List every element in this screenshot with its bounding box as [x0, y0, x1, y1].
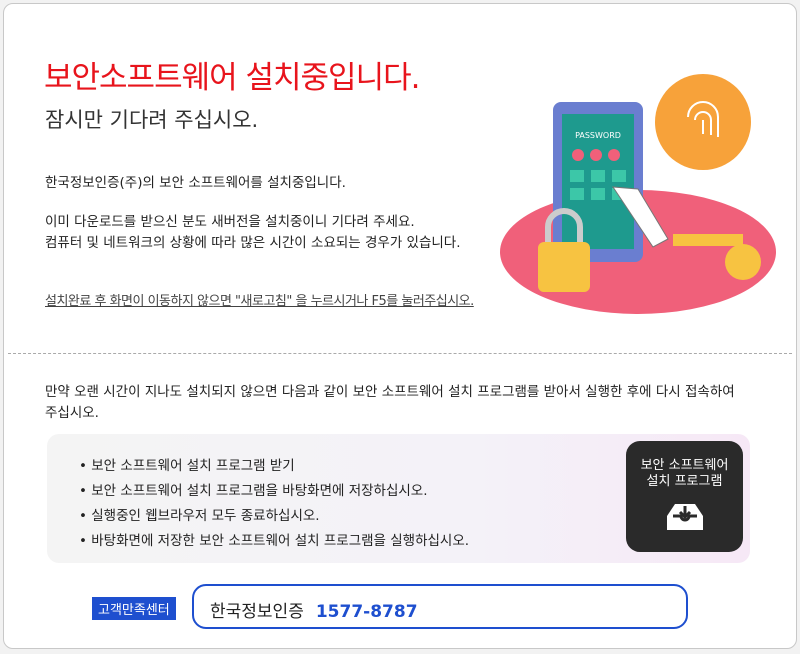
download-tray-icon	[666, 504, 703, 530]
customer-center-label: 고객만족센터	[92, 597, 176, 620]
support-phone-box: 한국정보인증 1577-8787	[192, 584, 688, 629]
company-name: 한국정보인증	[210, 602, 304, 622]
security-illustration: PASSWORD	[500, 74, 776, 314]
fallback-instructions: 만약 오랜 시간이 지나도 설치되지 않으면 다음과 같이 보안 소프트웨어 설…	[45, 384, 735, 421]
key-icon	[725, 244, 761, 280]
svg-text:PASSWORD: PASSWORD	[575, 131, 621, 140]
info-text: 이미 다운로드를 받으신 분도 새버전을 설치중이니 기다려 주세요.	[45, 214, 415, 230]
info-text: 컴퓨터 및 네트워크의 상황에 따라 많은 시간이 소요되는 경우가 있습니다.	[45, 235, 461, 251]
padlock-icon	[538, 242, 590, 292]
refresh-notice-link[interactable]: 설치완료 후 화면이 이동하지 않으면 "새로고침" 을 누르시거나 F5를 눌…	[45, 290, 474, 309]
page-subtitle: 잠시만 기다려 주십시오.	[45, 108, 259, 132]
section-divider	[8, 353, 792, 354]
page-title: 보안소프트웨어 설치중입니다.	[44, 60, 420, 96]
step-item: 보안 소프트웨어 설치 프로그램 받기	[79, 454, 469, 479]
button-label: 보안 소프트웨어	[640, 458, 729, 473]
info-text: 한국정보인증(주)의 보안 소프트웨어를 설치중입니다.	[45, 175, 346, 191]
phone-number: 1577-8787	[315, 602, 418, 622]
step-item: 보안 소프트웨어 설치 프로그램을 바탕화면에 저장하십시오.	[79, 479, 469, 504]
step-item: 바탕화면에 저장한 보안 소프트웨어 설치 프로그램을 실행하십시오.	[79, 529, 469, 554]
install-steps: 보안 소프트웨어 설치 프로그램 받기 보안 소프트웨어 설치 프로그램을 바탕…	[79, 454, 469, 554]
download-installer-button[interactable]: 보안 소프트웨어 설치 프로그램	[626, 441, 743, 552]
button-label: 설치 프로그램	[646, 474, 723, 489]
step-item: 실행중인 웹브라우저 모두 종료하십시오.	[79, 504, 469, 529]
